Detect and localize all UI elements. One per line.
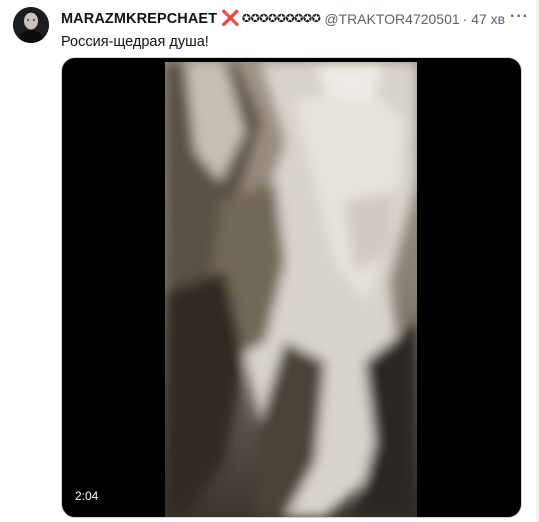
video-frame[interactable] [165, 62, 417, 517]
cross-mark-icon: ❌ [221, 10, 240, 27]
tweet-header: MARAZMKREPCHAET ❌ ✪✪✪✪✪✪✪✪✪ @TRAKTOR4720… [61, 9, 529, 29]
tweet[interactable]: MARAZMKREPCHAET ❌ ✪✪✪✪✪✪✪✪✪ @TRAKTOR4720… [0, 0, 539, 522]
tweet-text: Россия-щедрая душа! [61, 34, 209, 50]
video-player[interactable]: 2:04 [61, 57, 522, 518]
more-options-icon[interactable]: ··· [510, 9, 529, 25]
author-handle[interactable]: @TRAKTOR4720501 [324, 9, 459, 29]
badge-icons: ✪✪✪✪✪✪✪✪✪ [241, 13, 321, 25]
author-name[interactable]: MARAZMKREPCHAET [61, 9, 217, 29]
video-duration: 2:04 [70, 487, 104, 505]
avatar[interactable] [13, 7, 49, 43]
tweet-timestamp[interactable]: · 47 хв [463, 9, 505, 29]
avatar-image [13, 7, 49, 43]
video-thumbnail [165, 62, 417, 517]
